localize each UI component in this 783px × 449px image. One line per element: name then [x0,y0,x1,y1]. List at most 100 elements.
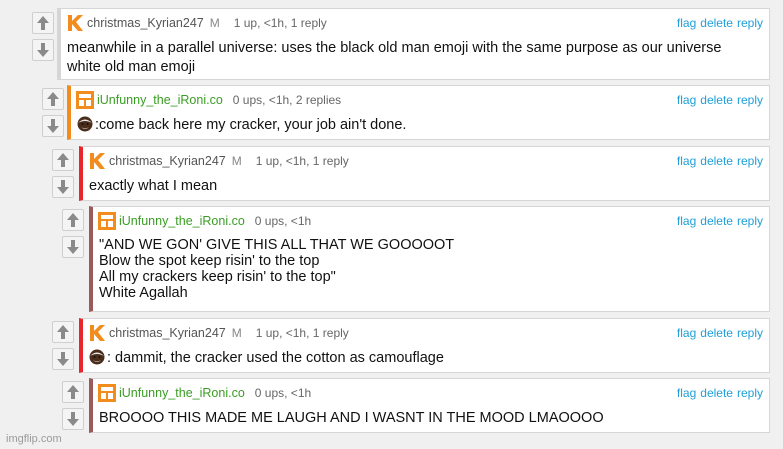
comment-meta: christmas_Kyrian247 M 1 up, <1h, 1 reply [109,154,349,168]
arrow-up-icon [57,325,69,339]
comment-text: :come back here my cracker, your job ain… [95,117,407,133]
arrow-down-icon [67,412,79,426]
comment: christmas_Kyrian247 M 1 up, <1h, 1 reply f… [79,318,770,373]
comment-stats: 1 up, <1h, 1 reply [255,326,349,340]
comment-text: BROOOO THIS MADE ME LAUGH AND I WASNT IN… [99,410,604,426]
comment-actions: flag delete reply [673,93,763,107]
delete-link[interactable]: delete [700,16,733,30]
comment-text: exactly what I mean [89,178,218,194]
arrow-down-icon [57,352,69,366]
comment-stats: 1 up, <1h, 1 reply [233,16,327,30]
comment-stats: 0 ups, <1h, 2 replies [232,93,342,107]
comment-body: : dammit, the cracker used the cotton as… [89,349,761,368]
calculator-icon[interactable] [76,91,94,109]
mod-badge: M [209,16,220,30]
username-link[interactable]: iUnfunny_the_iRoni.co [119,214,245,228]
upvote-button[interactable] [52,149,74,171]
flag-link[interactable]: flag [677,326,696,340]
username-link[interactable]: christmas_Kyrian247 [109,326,226,340]
arrow-down-icon [57,180,69,194]
mod-badge: M [231,326,242,340]
comment-body: :come back here my cracker, your job ain… [77,116,761,135]
arrow-down-icon [37,43,49,57]
arrow-up-icon [37,16,49,30]
downvote-button[interactable] [52,348,74,370]
comment-meta: iUnfunny_the_iRoni.co 0 ups, <1h [119,214,311,228]
comment: iUnfunny_the_iRoni.co 0 ups, <1h, 2 repli… [67,85,770,140]
comment-text: : dammit, the cracker used the cotton as… [107,350,444,366]
comment: iUnfunny_the_iRoni.co 0 ups, <1h flag dele… [89,378,770,433]
delete-link[interactable]: delete [700,326,733,340]
comment-text: "AND WE GON' GIVE THIS ALL THAT WE GOOOO… [99,237,455,253]
old-man-emoji-icon [77,116,93,132]
username-link[interactable]: iUnfunny_the_iRoni.co [119,386,245,400]
downvote-button[interactable] [52,176,74,198]
comment: iUnfunny_the_iRoni.co 0 ups, <1h flag dele… [89,206,770,312]
delete-link[interactable]: delete [700,93,733,107]
comment-text: Blow the spot keep risin' to the top [99,253,320,269]
reply-link[interactable]: reply [737,93,763,107]
arrow-up-icon [67,385,79,399]
comment-stats: 1 up, <1h, 1 reply [255,154,349,168]
flag-link[interactable]: flag [677,214,696,228]
k-logo-icon[interactable] [66,14,84,32]
username-link[interactable]: christmas_Kyrian247 [109,154,226,168]
k-logo-icon[interactable] [88,152,106,170]
comment-actions: flag delete reply [673,386,763,400]
comment-actions: flag delete reply [673,16,763,30]
old-man-emoji-icon [89,349,105,365]
downvote-button[interactable] [62,236,84,258]
comment-text: All my crackers keep risin' to the top" [99,269,336,285]
calculator-icon[interactable] [98,212,116,230]
comment-body: meanwhile in a parallel universe: uses t… [67,39,761,77]
username-link[interactable]: christmas_Kyrian247 [87,16,204,30]
comment-meta: christmas_Kyrian247 M 1 up, <1h, 1 reply [87,16,327,30]
comment-body: BROOOO THIS MADE ME LAUGH AND I WASNT IN… [99,409,761,428]
arrow-up-icon [67,213,79,227]
username-link[interactable]: iUnfunny_the_iRoni.co [97,93,223,107]
k-logo-icon[interactable] [88,324,106,342]
mod-badge: M [231,154,242,168]
arrow-down-icon [67,240,79,254]
reply-link[interactable]: reply [737,16,763,30]
downvote-button[interactable] [42,115,64,137]
upvote-button[interactable] [52,321,74,343]
flag-link[interactable]: flag [677,386,696,400]
flag-link[interactable]: flag [677,154,696,168]
comment-stats: 0 ups, <1h [254,386,312,400]
imgflip-watermark: imgflip.com [6,433,62,445]
reply-link[interactable]: reply [737,326,763,340]
comment-thread: christmas_Kyrian247 M 1 up, <1h, 1 reply f… [0,0,783,449]
reply-link[interactable]: reply [737,154,763,168]
flag-link[interactable]: flag [677,16,696,30]
comment-meta: christmas_Kyrian247 M 1 up, <1h, 1 reply [109,326,349,340]
arrow-down-icon [47,119,59,133]
delete-link[interactable]: delete [700,386,733,400]
flag-link[interactable]: flag [677,93,696,107]
delete-link[interactable]: delete [700,214,733,228]
comment-actions: flag delete reply [673,154,763,168]
comment: christmas_Kyrian247 M 1 up, <1h, 1 reply f… [79,146,770,201]
comment-text: meanwhile in a parallel universe: uses t… [67,40,722,56]
comment-actions: flag delete reply [673,326,763,340]
comment-meta: iUnfunny_the_iRoni.co 0 ups, <1h [119,386,311,400]
upvote-button[interactable] [42,88,64,110]
calculator-icon[interactable] [98,384,116,402]
comment-body: "AND WE GON' GIVE THIS ALL THAT WE GOOOO… [99,237,761,301]
comment-text: White Agallah [99,285,188,301]
arrow-up-icon [47,92,59,106]
arrow-up-icon [57,153,69,167]
comment-actions: flag delete reply [673,214,763,228]
upvote-button[interactable] [62,209,84,231]
comment-meta: iUnfunny_the_iRoni.co 0 ups, <1h, 2 repli… [97,93,341,107]
reply-link[interactable]: reply [737,386,763,400]
comment-text: white old man emoji [67,59,196,75]
comment-body: exactly what I mean [89,177,761,196]
downvote-button[interactable] [32,39,54,61]
upvote-button[interactable] [32,12,54,34]
delete-link[interactable]: delete [700,154,733,168]
reply-link[interactable]: reply [737,214,763,228]
comment-stats: 0 ups, <1h [254,214,312,228]
downvote-button[interactable] [62,408,84,430]
upvote-button[interactable] [62,381,84,403]
